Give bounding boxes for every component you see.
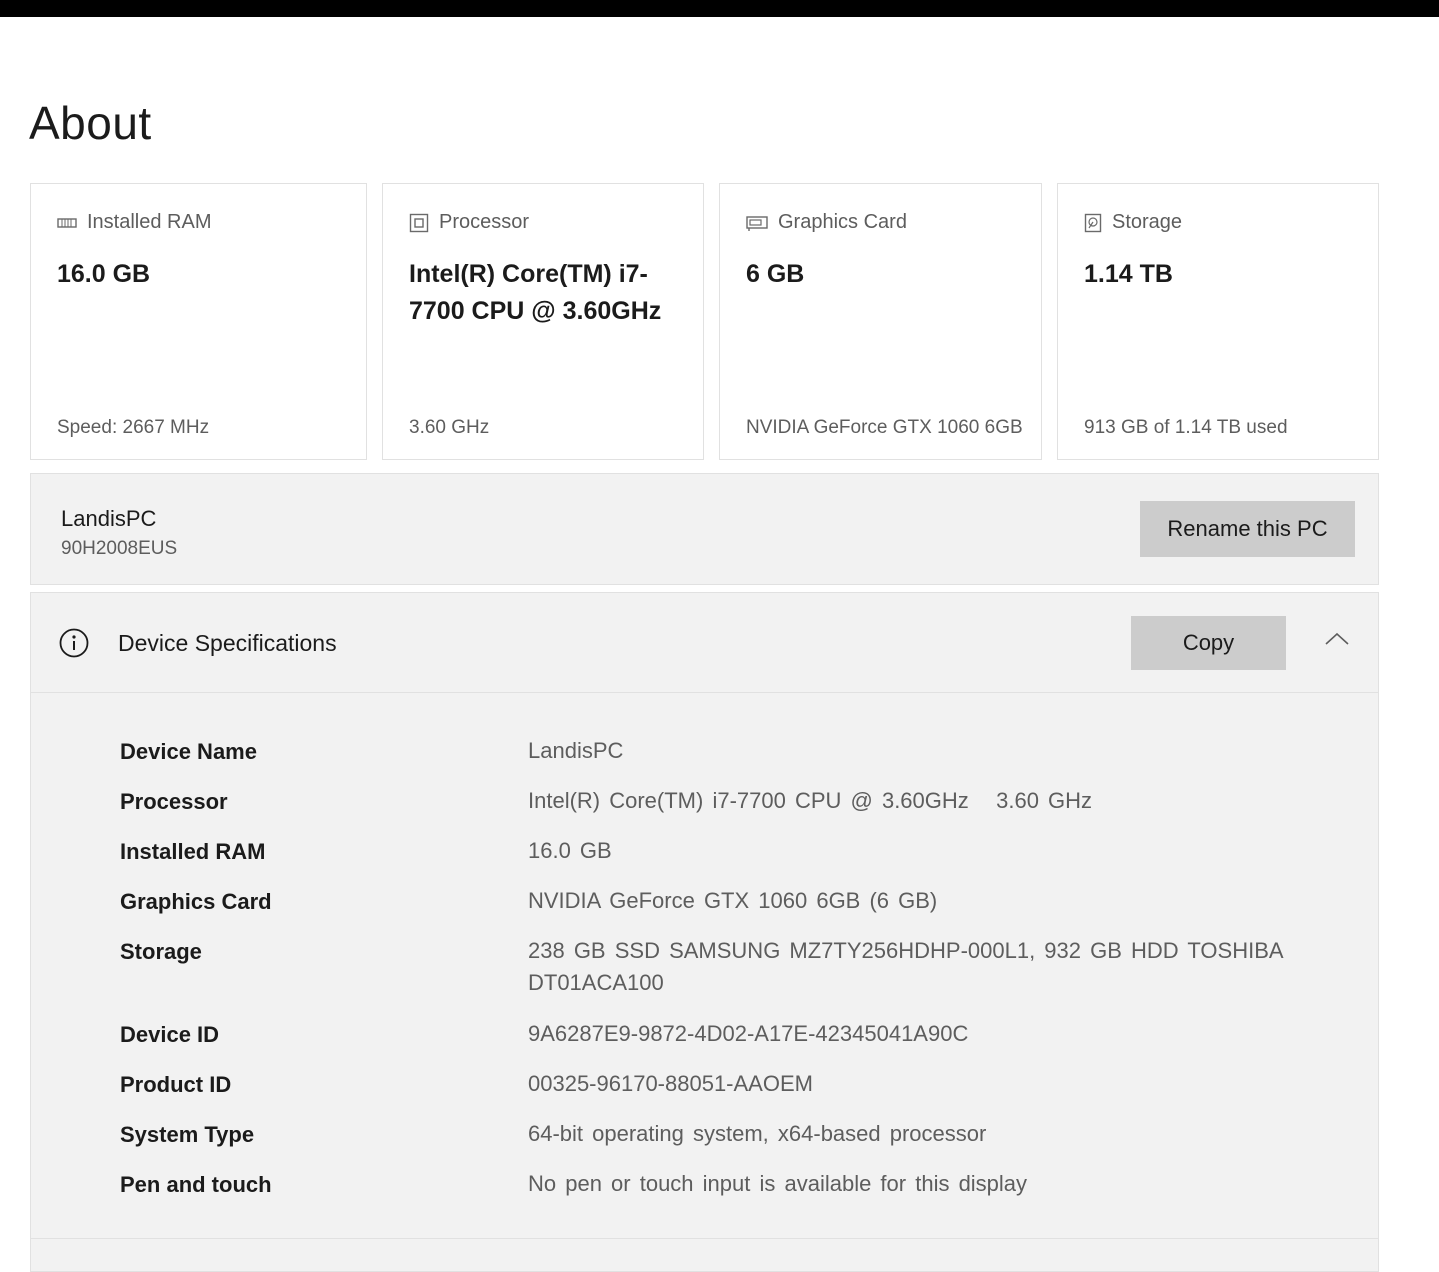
pc-name-bar: LandisPC 90H2008EUS Rename this PC [30,473,1379,585]
window-top-bar [0,0,1439,17]
spec-label: Device ID [120,1022,220,1047]
device-specifications-panel: Device Specifications Copy Device Name L… [30,592,1379,1272]
device-specifications-header[interactable]: Device Specifications Copy [31,593,1378,693]
card-installed-ram: Installed RAM 16.0 GB Speed: 2667 MHz [30,183,367,460]
info-icon [58,627,90,664]
device-specifications-title: Device Specifications [118,630,337,656]
spec-label: Pen and touch [120,1172,272,1197]
spec-label: Device Name [120,739,257,764]
card-label: Installed RAM [87,211,212,233]
divider [31,1238,1378,1239]
card-header: Installed RAM [57,211,212,234]
spec-label: Storage [120,939,202,964]
card-storage: Storage 1.14 TB 913 GB of 1.14 TB used [1057,183,1379,460]
card-header: Processor [409,211,529,234]
spec-label: Graphics Card [120,889,272,914]
card-header: Storage [1084,211,1182,234]
spec-value: 16.0 GB [528,838,612,863]
pc-name: LandisPC [61,506,157,531]
pc-model: 90H2008EUS [61,538,178,559]
spec-label: System Type [120,1122,255,1147]
graphics-card-icon [746,214,768,232]
spec-value: 9A6287E9-9872-4D02-A17E-42345041A90C [528,1021,969,1046]
card-footer: 3.60 GHz [409,417,490,438]
spec-value: 64-bit operating system, x64-based proce… [528,1121,987,1146]
card-value: 1.14 TB [1084,260,1173,288]
spec-label: Processor [120,789,228,814]
card-footer: Speed: 2667 MHz [57,417,210,438]
card-header: Graphics Card [746,211,907,234]
card-graphics-card: Graphics Card 6 GB NVIDIA GeForce GTX 10… [719,183,1042,460]
card-value: Intel(R) Core(TM) i7-7700 CPU @ 3.60GHz [409,260,662,325]
spec-value: No pen or touch input is available for t… [528,1171,1028,1196]
spec-value: NVIDIA GeForce GTX 1060 6GB (6 GB) [528,888,938,913]
card-value: 6 GB [746,260,805,288]
memory-icon [57,216,77,230]
chevron-up-icon[interactable] [1323,629,1351,654]
spec-value: 00325-96170-88051-AAOEM [528,1071,813,1096]
copy-button[interactable]: Copy [1131,616,1286,670]
spec-value: LandisPC [528,738,624,763]
processor-icon [409,213,429,233]
page-title: About [29,97,152,149]
rename-pc-button[interactable]: Rename this PC [1140,501,1355,557]
card-footer: NVIDIA GeForce GTX 1060 6GB [746,417,1023,438]
card-label: Storage [1112,211,1183,233]
card-label: Graphics Card [778,211,907,233]
card-value: 16.0 GB [57,260,151,288]
spec-value: Intel(R) Core(TM) i7-7700 CPU @ 3.60GHz … [528,788,1093,813]
spec-label: Installed RAM [120,839,266,864]
spec-label: Product ID [120,1072,232,1097]
spec-value: 238 GB SSD SAMSUNG MZ7TY256HDHP-000L1, 9… [528,938,1292,995]
card-footer: 913 GB of 1.14 TB used [1084,417,1288,438]
card-label: Processor [439,211,530,233]
storage-icon [1084,213,1102,233]
card-processor: Processor Intel(R) Core(TM) i7-7700 CPU … [382,183,704,460]
